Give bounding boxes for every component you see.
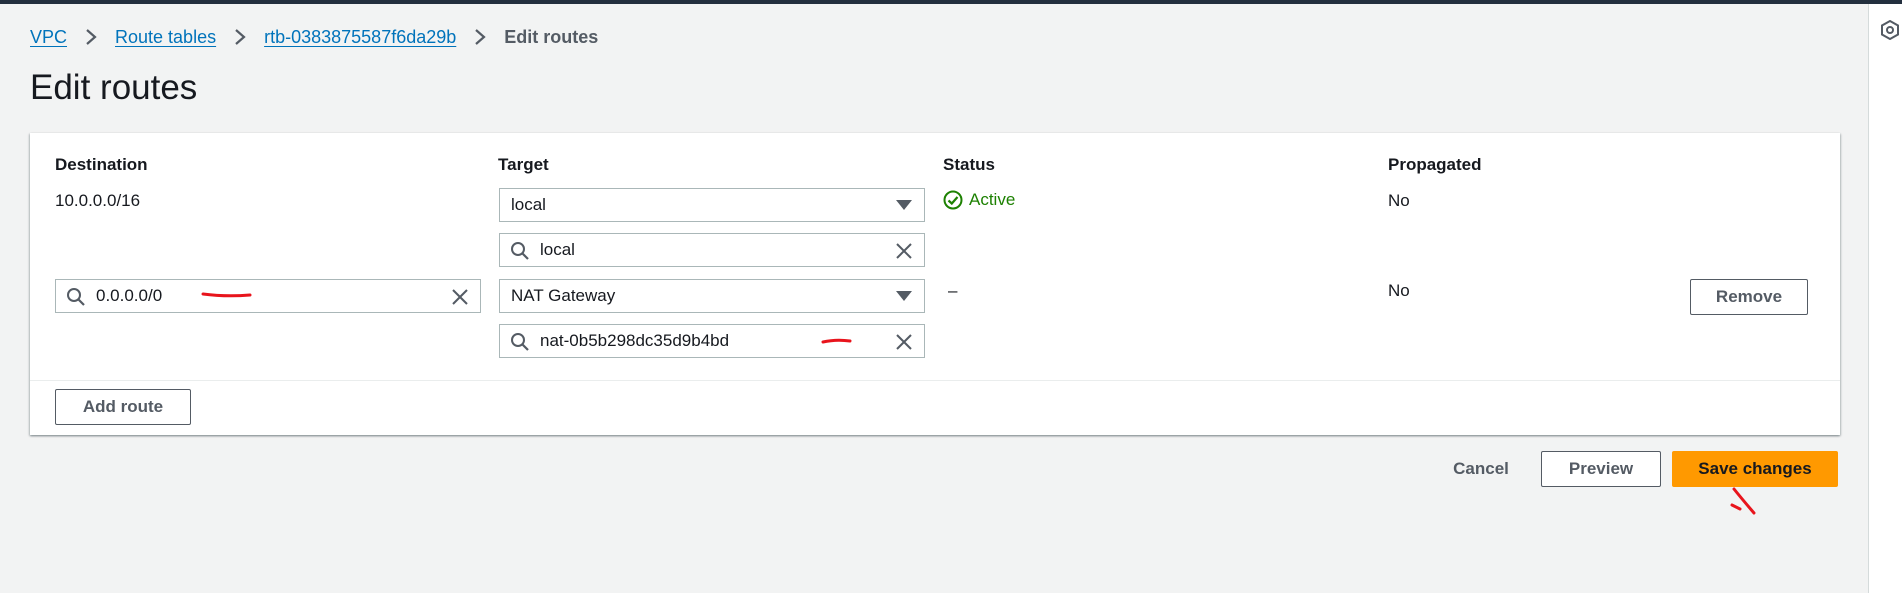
route-2-propagated: No [1388, 281, 1410, 300]
breadcrumb-vpc[interactable]: VPC [30, 27, 67, 48]
route-2-status: – [948, 281, 958, 300]
chevron-right-icon [468, 26, 492, 48]
route-1-target-value: local [511, 195, 546, 214]
route-2-target-search[interactable] [499, 324, 925, 358]
annotation-cursor-mark [1730, 487, 1756, 515]
route-1-status-text: Active [969, 190, 1016, 209]
panel-divider [30, 380, 1840, 381]
close-icon[interactable] [894, 332, 914, 352]
search-icon [67, 288, 85, 306]
route-1-target-search[interactable] [499, 233, 925, 267]
save-changes-button[interactable]: Save changes [1672, 451, 1838, 487]
route-2-target-value: NAT Gateway [511, 286, 616, 305]
cancel-button[interactable]: Cancel [1436, 451, 1526, 487]
column-header-propagated: Propagated [1388, 155, 1482, 174]
route-2-target-select[interactable]: NAT Gateway [499, 279, 925, 313]
right-rail [1868, 4, 1902, 593]
preview-button[interactable]: Preview [1541, 451, 1661, 487]
route-1-status: Active [943, 190, 1015, 210]
search-icon [511, 242, 529, 260]
breadcrumb-route-table-id[interactable]: rtb-0383875587f6da29b [264, 27, 456, 48]
breadcrumb: VPC Route tables rtb-0383875587f6da29b E… [30, 24, 598, 50]
column-header-target: Target [498, 155, 549, 174]
chevron-right-icon [228, 26, 252, 48]
routes-panel: Destination Target Status Propagated 10.… [30, 133, 1840, 435]
check-circle-icon [943, 190, 963, 210]
breadcrumb-current: Edit routes [504, 26, 599, 47]
breadcrumb-route-tables[interactable]: Route tables [115, 27, 216, 48]
route-1-target-select[interactable]: local [499, 188, 925, 222]
annotation-underline [821, 338, 852, 344]
route-1-destination: 10.0.0.0/16 [55, 191, 141, 210]
remove-route-button[interactable]: Remove [1690, 279, 1808, 315]
column-header-destination: Destination [55, 155, 148, 174]
page-title: Edit routes [30, 68, 198, 107]
search-icon [511, 333, 529, 351]
route-2-destination-field[interactable] [96, 284, 426, 308]
caret-down-icon [896, 291, 912, 301]
close-icon[interactable] [894, 241, 914, 261]
column-header-status: Status [943, 155, 995, 174]
route-2-destination-input[interactable] [55, 279, 481, 313]
add-route-button[interactable]: Add route [55, 389, 191, 425]
caret-down-icon [896, 200, 912, 210]
route-1-target-search-input[interactable] [540, 238, 870, 262]
top-bar [0, 0, 1902, 4]
chevron-right-icon [79, 26, 103, 48]
settings-hex-icon[interactable] [1881, 20, 1899, 40]
annotation-underline [201, 292, 252, 298]
route-1-propagated: No [1388, 191, 1410, 210]
close-icon[interactable] [450, 287, 470, 307]
